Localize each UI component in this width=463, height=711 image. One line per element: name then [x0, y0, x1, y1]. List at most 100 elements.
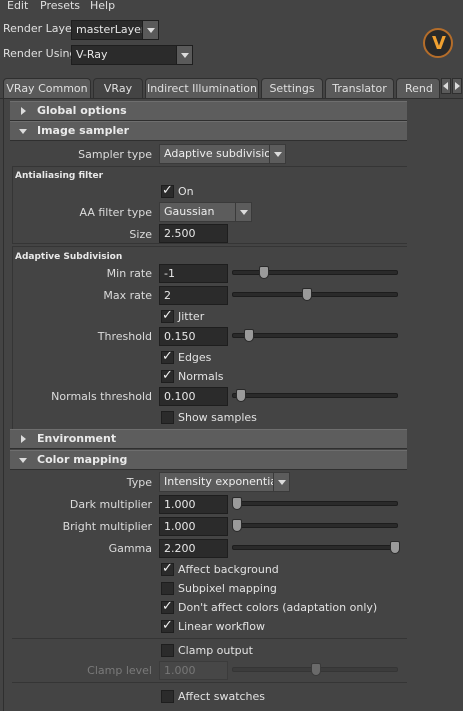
aa-filter-dropdown[interactable]: Gaussian [159, 202, 252, 222]
menu-help[interactable]: Help [90, 0, 115, 12]
affect-swatches-label: Affect swatches [178, 690, 266, 703]
max-rate-slider[interactable] [232, 288, 398, 301]
tab-scroll-left-icon[interactable] [441, 78, 451, 94]
sampler-type-label: Sampler type [78, 148, 152, 161]
bright-multiplier-label: Bright multiplier [62, 520, 152, 533]
section-title: Global options [37, 104, 127, 117]
collapse-arrow-icon [19, 129, 27, 134]
normals-threshold-label: Normals threshold [51, 390, 152, 403]
gamma-slider[interactable] [232, 541, 400, 554]
jitter-label: Jitter [178, 310, 205, 323]
render-layer-dropdown[interactable]: masterLayer [71, 20, 159, 40]
adaptive-heading: Adaptive Subdivision [15, 252, 123, 262]
chevron-down-icon [176, 46, 192, 64]
divider [12, 682, 407, 683]
linear-workflow-checkbox[interactable] [161, 618, 174, 633]
show-samples-checkbox[interactable] [161, 411, 174, 424]
subpixel-mapping-checkbox[interactable] [161, 582, 174, 595]
clamp-output-label: Clamp output [178, 644, 253, 657]
affect-background-checkbox[interactable] [161, 561, 174, 576]
render-using-value: V-Ray [76, 48, 108, 61]
aa-on-label: On [178, 185, 194, 198]
menu-bar: Edit Presets Help [0, 0, 463, 14]
dark-multiplier-field[interactable]: 1.000 [159, 495, 228, 514]
gamma-label: Gamma [108, 542, 152, 555]
clamp-output-checkbox[interactable] [161, 644, 174, 657]
tab-render-elements[interactable]: Rend [396, 78, 440, 98]
cm-type-dropdown[interactable]: Intensity exponential [159, 472, 290, 492]
bright-multiplier-slider[interactable] [232, 519, 398, 532]
tab-indirect-illumination[interactable]: Indirect Illumination [145, 78, 259, 98]
section-title: Image sampler [37, 124, 130, 137]
slider-handle[interactable] [232, 519, 242, 532]
scrollbar[interactable] [408, 99, 463, 711]
edges-label: Edges [178, 351, 212, 364]
slider-handle[interactable] [302, 288, 312, 301]
sampler-type-dropdown[interactable]: Adaptive subdivision [159, 144, 286, 164]
tab-vray[interactable]: VRay [93, 78, 143, 99]
render-layer-value: masterLayer [76, 23, 146, 36]
slider-handle[interactable] [232, 497, 242, 510]
clamp-level-field: 1.000 [159, 661, 228, 680]
jitter-checkbox[interactable] [161, 308, 174, 323]
menu-edit[interactable]: Edit [7, 0, 28, 12]
min-rate-label: Min rate [106, 267, 152, 280]
tab-settings[interactable]: Settings [261, 78, 323, 98]
min-rate-slider[interactable] [232, 266, 398, 279]
tab-translator[interactable]: Translator [325, 78, 394, 98]
min-rate-field[interactable]: -1 [159, 264, 228, 283]
chevron-down-icon [273, 473, 289, 491]
show-samples-label: Show samples [178, 411, 257, 424]
slider-handle[interactable] [259, 266, 269, 279]
edges-checkbox[interactable] [161, 349, 174, 364]
normals-threshold-field[interactable]: 0.100 [159, 387, 228, 406]
dont-affect-colors-label: Don't affect colors (adaptation only) [178, 601, 378, 614]
sampler-type-value: Adaptive subdivision [164, 147, 278, 160]
tab-scroll-right-icon[interactable] [452, 78, 462, 94]
slider-handle[interactable] [390, 541, 400, 554]
normals-checkbox[interactable] [161, 368, 174, 383]
aa-filter-value: Gaussian [164, 205, 215, 218]
render-using-label: Render Using [3, 47, 77, 60]
chevron-down-icon [142, 21, 158, 39]
affect-swatches-checkbox[interactable] [161, 690, 174, 703]
section-global-options[interactable]: Global options [10, 101, 407, 121]
max-rate-label: Max rate [103, 289, 152, 302]
section-title: Environment [37, 432, 117, 445]
antialiasing-heading: Antialiasing filter [15, 171, 104, 181]
expand-arrow-icon [21, 435, 26, 443]
dark-multiplier-slider[interactable] [232, 497, 398, 510]
cm-type-value: Intensity exponential [164, 475, 281, 488]
section-color-mapping[interactable]: Color mapping [10, 450, 407, 470]
size-field[interactable]: 2.500 [159, 224, 228, 243]
menu-presets[interactable]: Presets [40, 0, 80, 12]
aa-filter-label: AA filter type [79, 206, 152, 219]
section-image-sampler[interactable]: Image sampler [10, 121, 407, 141]
slider-handle[interactable] [244, 329, 254, 342]
normals-label: Normals [178, 370, 224, 383]
size-label: Size [129, 228, 152, 241]
bright-multiplier-field[interactable]: 1.000 [159, 517, 228, 536]
vray-logo-icon: V [423, 28, 453, 58]
render-layer-label: Render Layer [3, 22, 77, 35]
max-rate-field[interactable]: 2 [159, 286, 228, 305]
chevron-down-icon [269, 145, 285, 163]
threshold-slider[interactable] [232, 329, 398, 342]
dont-affect-colors-checkbox[interactable] [161, 599, 174, 614]
gamma-field[interactable]: 2.200 [159, 539, 228, 558]
clamp-level-label: Clamp level [87, 664, 152, 677]
render-using-dropdown[interactable]: V-Ray [71, 45, 193, 65]
affect-background-label: Affect background [178, 563, 279, 576]
linear-workflow-label: Linear workflow [178, 620, 265, 633]
section-title: Color mapping [37, 453, 128, 466]
slider-handle[interactable] [236, 389, 246, 402]
section-environment[interactable]: Environment [10, 429, 407, 449]
normals-threshold-slider[interactable] [232, 389, 398, 402]
chevron-down-icon [235, 203, 251, 221]
tab-vray-common[interactable]: VRay Common [3, 78, 91, 98]
threshold-field[interactable]: 0.150 [159, 327, 228, 346]
aa-on-checkbox[interactable] [161, 183, 174, 198]
expand-arrow-icon [21, 107, 26, 115]
threshold-label: Threshold [97, 330, 152, 343]
divider [12, 638, 407, 639]
